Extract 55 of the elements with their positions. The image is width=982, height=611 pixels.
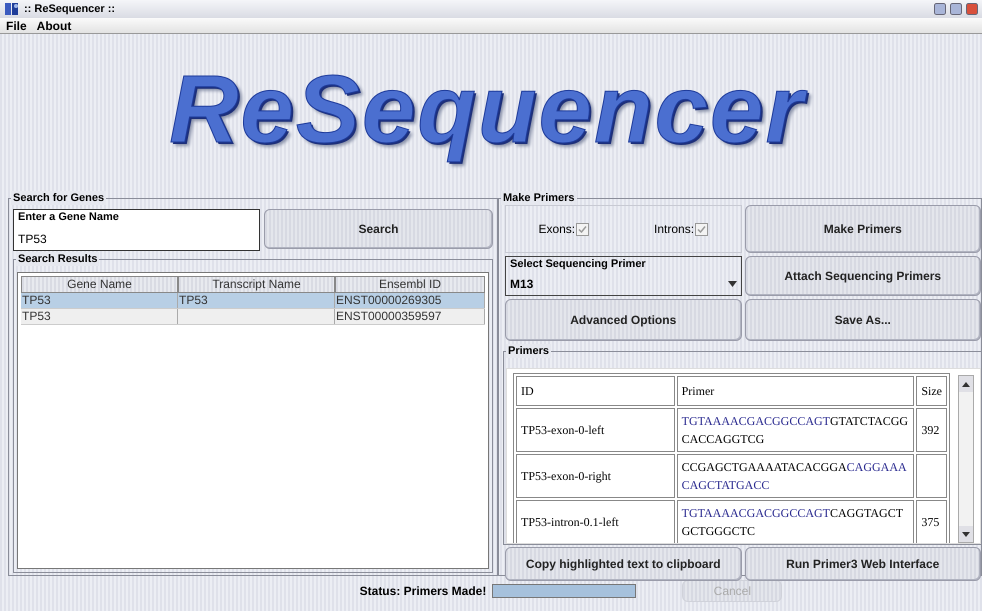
logo-text: ReSequencer bbox=[163, 48, 819, 173]
make-primers-button[interactable]: Make Primers bbox=[744, 205, 981, 253]
maximize-icon[interactable] bbox=[950, 3, 962, 15]
scroll-up-icon[interactable] bbox=[962, 382, 970, 386]
group-title: Search for Genes bbox=[11, 191, 106, 205]
table-cell: TP53-exon-0-right bbox=[516, 454, 675, 498]
menu-item[interactable]: File bbox=[6, 16, 27, 34]
table-cell: ENST00000359597 bbox=[335, 309, 485, 324]
status-text: Status: Primers Made! bbox=[360, 583, 486, 600]
table-cell: TP53 bbox=[178, 293, 335, 308]
field-label: Select Sequencing Primer bbox=[510, 257, 647, 271]
column-header: Size bbox=[916, 376, 947, 406]
sequence-cell: CCGAGCTGAAAATACACGGACAGGAAACAGCTATGACC bbox=[676, 454, 914, 498]
table-cell: TP53 bbox=[21, 293, 178, 308]
table-cell: TP53-intron-0.1-left bbox=[516, 500, 675, 543]
column-header: Primer bbox=[676, 376, 914, 406]
dropdown-arrow-icon bbox=[728, 281, 736, 287]
sequence-cell: TGTAAAACGACGGCCAGTGTATCTACGGCACCAGGTCG bbox=[676, 408, 914, 452]
minimize-icon[interactable] bbox=[934, 3, 946, 15]
scrollbar[interactable] bbox=[958, 375, 974, 543]
table-cell: ENST00000269305 bbox=[335, 293, 485, 308]
scroll-down-icon[interactable] bbox=[962, 532, 970, 536]
checkbox-label: Introns: bbox=[654, 221, 694, 238]
table-cell: TP53-exon-0-left bbox=[516, 408, 675, 452]
checkbox[interactable] bbox=[576, 222, 590, 236]
column-header[interactable]: Gene Name bbox=[21, 276, 178, 293]
field-value: TP53 bbox=[18, 231, 48, 248]
group-title: Search Results bbox=[16, 252, 100, 266]
attach-primers-button[interactable]: Attach Sequencing Primers bbox=[744, 256, 981, 296]
window-title: :: ReSequencer :: bbox=[24, 2, 116, 17]
close-icon[interactable] bbox=[966, 3, 978, 15]
run-primer3-button[interactable]: Run Primer3 Web Interface bbox=[744, 547, 981, 581]
dropdown-value: M13 bbox=[510, 276, 534, 293]
sequencing-primer-dropdown[interactable]: Select Sequencing Primer M13 bbox=[505, 256, 742, 296]
copy-button[interactable]: Copy highlighted text to clipboard bbox=[505, 547, 742, 581]
save-as-button[interactable]: Save As... bbox=[744, 299, 981, 341]
column-header: ID bbox=[516, 376, 675, 406]
field-label: Enter a Gene Name bbox=[18, 210, 120, 224]
group-title: Make Primers bbox=[501, 191, 577, 205]
search-button[interactable]: Search bbox=[264, 209, 493, 249]
menu-item[interactable]: About bbox=[36, 16, 72, 34]
group-title: Primers bbox=[506, 344, 551, 358]
column-header[interactable]: Transcript Name bbox=[178, 276, 335, 293]
app-icon bbox=[4, 2, 20, 16]
gene-name-field[interactable]: Enter a Gene Name TP53 bbox=[13, 209, 260, 251]
column-header[interactable]: Ensembl ID bbox=[335, 276, 485, 293]
table-cell: 392 bbox=[916, 408, 947, 452]
sequence-cell: TGTAAAACGACGGCCAGTCAGGTAGCTGCTGGGCTC bbox=[676, 500, 914, 543]
advanced-options-button[interactable]: Advanced Options bbox=[505, 299, 742, 341]
checkbox[interactable] bbox=[695, 222, 708, 236]
table-cell: TP53 bbox=[21, 309, 178, 324]
table-cell: 375 bbox=[916, 500, 947, 543]
checkbox-label: Exons: bbox=[538, 221, 576, 238]
table-row[interactable]: TP53 TP53 ENST00000269305 bbox=[21, 293, 485, 309]
table-row[interactable]: TP53 ENST00000359597 bbox=[21, 309, 485, 325]
